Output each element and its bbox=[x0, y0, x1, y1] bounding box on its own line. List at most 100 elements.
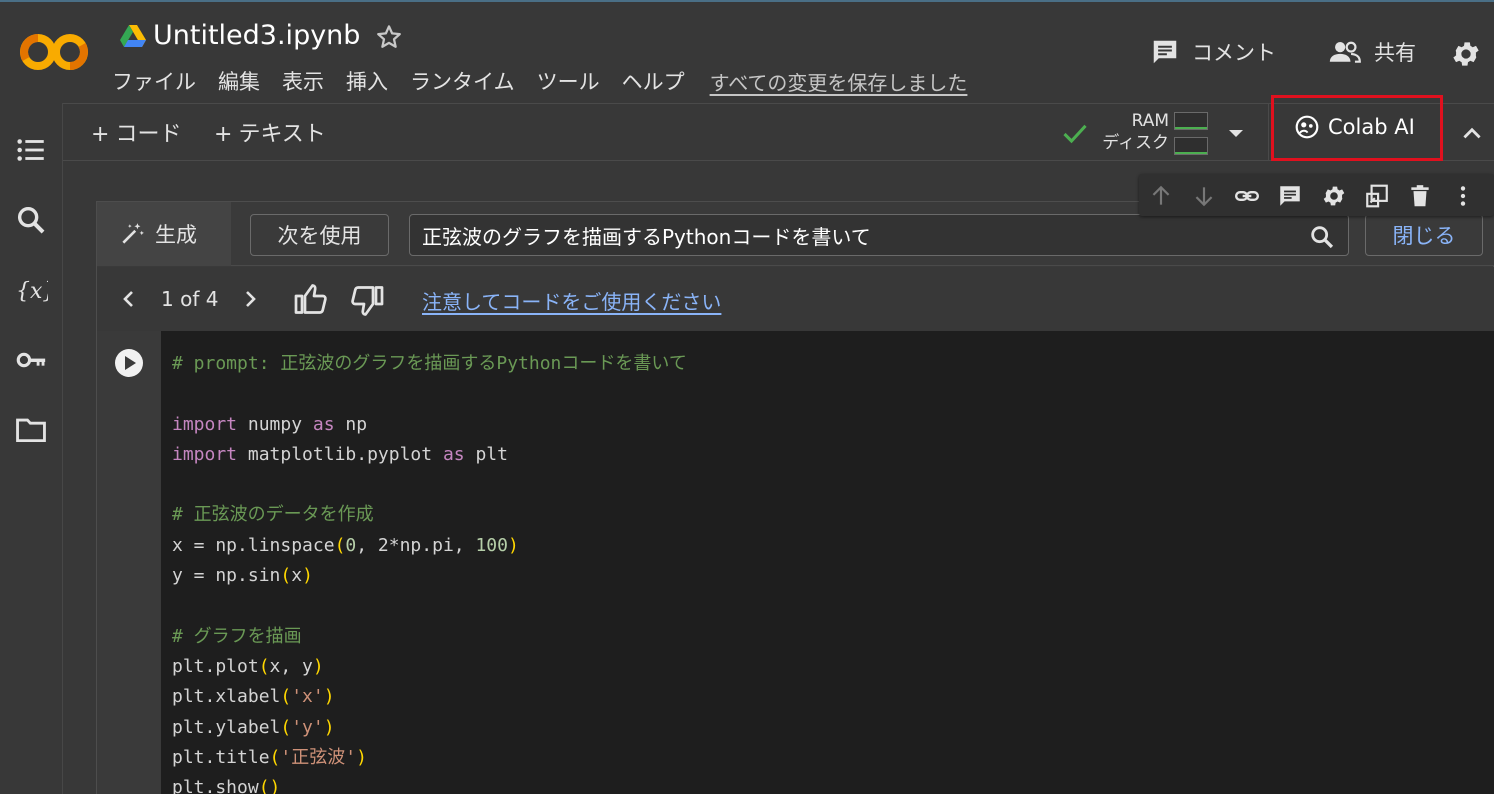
chevron-right-icon[interactable] bbox=[238, 287, 262, 311]
next-use-button[interactable]: 次を使用 bbox=[250, 214, 389, 256]
code-token: ( bbox=[280, 565, 292, 587]
link-icon[interactable] bbox=[1234, 183, 1260, 209]
code-token: plt bbox=[464, 443, 508, 465]
code-token: ( bbox=[269, 746, 281, 768]
code-token: ) bbox=[356, 746, 367, 768]
left-sidebar: {x} bbox=[0, 103, 63, 794]
more-vert-icon[interactable] bbox=[1450, 183, 1476, 209]
code-token: import bbox=[172, 413, 238, 435]
comment-icon[interactable] bbox=[1277, 183, 1303, 209]
disk-label: ディスク bbox=[1102, 133, 1169, 153]
disk-usage-bar[interactable] bbox=[1174, 137, 1208, 155]
colab-ai-highlight-box: Colab AI bbox=[1271, 95, 1443, 161]
chevron-left-icon[interactable] bbox=[117, 287, 141, 311]
menu-view[interactable]: 表示 bbox=[282, 66, 324, 96]
ram-usage-bar[interactable] bbox=[1174, 112, 1208, 130]
menu-file[interactable]: ファイル bbox=[112, 66, 196, 96]
menu-help[interactable]: ヘルプ bbox=[622, 66, 685, 96]
close-button[interactable]: 閉じる bbox=[1365, 214, 1483, 256]
search-icon[interactable] bbox=[14, 203, 48, 237]
prompt-input[interactable]: 正弦波のグラフを描画するPythonコードを書いて bbox=[409, 214, 1349, 256]
code-line: # グラフを描画 bbox=[172, 622, 687, 652]
key-icon[interactable] bbox=[14, 343, 48, 377]
code-token: x = np.linspace bbox=[172, 534, 335, 556]
code-token: 'x' bbox=[291, 686, 324, 708]
svg-text:{x}: {x} bbox=[16, 279, 48, 304]
comment-button[interactable]: コメント bbox=[1150, 34, 1276, 70]
code-token: plt.title bbox=[172, 746, 270, 768]
settings-gear-icon[interactable] bbox=[1321, 183, 1347, 209]
code-line: plt.ylabel('y') bbox=[172, 713, 687, 743]
code-cell[interactable]: # prompt: 正弦波のグラフを描画するPythonコードを書いて impo… bbox=[96, 331, 1494, 794]
menu-tools[interactable]: ツール bbox=[537, 66, 600, 96]
comment-label: コメント bbox=[1192, 41, 1276, 65]
code-token: # 正弦波のデータを作成 bbox=[172, 504, 374, 526]
generate-panel: 生成 次を使用 正弦波のグラフを描画するPythonコードを書いて 閉じる 1 … bbox=[96, 201, 1494, 331]
plus-icon: + bbox=[91, 122, 110, 147]
variables-icon[interactable]: {x} bbox=[14, 273, 48, 307]
run-cell-icon[interactable] bbox=[114, 348, 144, 378]
generate-result-nav: 1 of 4 注意してコードをご使用ください bbox=[97, 267, 1494, 331]
chevron-down-icon[interactable] bbox=[1225, 124, 1247, 142]
code-editor[interactable]: # prompt: 正弦波のグラフを描画するPythonコードを書いて impo… bbox=[172, 349, 687, 794]
notebook-area: 生成 次を使用 正弦波のグラフを描画するPythonコードを書いて 閉じる 1 … bbox=[63, 162, 1494, 794]
generate-tab[interactable]: 生成 bbox=[97, 202, 231, 266]
code-token: as bbox=[312, 413, 335, 435]
colab-ai-button[interactable]: Colab AI bbox=[1294, 114, 1415, 140]
settings-gear-icon[interactable] bbox=[1450, 38, 1482, 70]
share-button[interactable]: 共有 bbox=[1328, 34, 1416, 70]
comment-icon bbox=[1153, 40, 1177, 64]
prompt-text: 正弦波のグラフを描画するPythonコードを書いて bbox=[422, 224, 871, 249]
code-token: 100 bbox=[475, 534, 508, 556]
code-token: ( bbox=[280, 686, 292, 708]
code-token: '正弦波' bbox=[280, 746, 357, 768]
menu-edit[interactable]: 編集 bbox=[218, 66, 260, 96]
add-code-label: コード bbox=[115, 122, 182, 147]
app-header: Untitled3.ipynb ファイル 編集 表示 挿入 ランタイム ツール … bbox=[0, 2, 1494, 103]
code-line: x = np.linspace(0, 2*np.pi, 100) bbox=[172, 531, 687, 561]
colab-logo-icon[interactable] bbox=[18, 30, 90, 74]
folder-icon[interactable] bbox=[14, 413, 48, 447]
add-code-button[interactable]: + コード bbox=[91, 116, 181, 148]
code-line: import numpy as np bbox=[172, 410, 687, 440]
arrow-down-icon[interactable] bbox=[1191, 183, 1217, 209]
code-token: ) bbox=[323, 686, 335, 708]
star-icon[interactable] bbox=[374, 22, 404, 52]
notebook-title[interactable]: Untitled3.ipynb bbox=[153, 20, 360, 51]
search-icon[interactable] bbox=[1308, 223, 1336, 251]
arrow-up-icon[interactable] bbox=[1148, 183, 1174, 209]
save-status-link[interactable]: すべての変更を保存しました bbox=[710, 67, 968, 96]
thumbs-down-icon[interactable] bbox=[348, 283, 386, 319]
code-token: , 2*np.pi, bbox=[356, 534, 476, 556]
cell-toolbar bbox=[1139, 174, 1494, 216]
code-token: ) bbox=[302, 565, 313, 587]
code-line: plt.plot(x, y) bbox=[172, 652, 687, 682]
ram-label: RAM bbox=[1131, 111, 1169, 131]
menu-runtime[interactable]: ランタイム bbox=[410, 66, 515, 96]
share-label: 共有 bbox=[1374, 41, 1416, 65]
table-of-contents-icon[interactable] bbox=[14, 133, 48, 167]
cell-gutter bbox=[97, 331, 161, 794]
code-token: 0 bbox=[345, 534, 357, 556]
delete-icon[interactable] bbox=[1407, 183, 1433, 209]
chevron-up-icon[interactable] bbox=[1459, 120, 1485, 146]
toolbar-divider bbox=[1268, 104, 1269, 161]
caution-link[interactable]: 注意してコードをご使用ください bbox=[422, 286, 721, 315]
menu-bar: ファイル 編集 表示 挿入 ランタイム ツール ヘルプ すべての変更を保存しまし… bbox=[112, 66, 967, 96]
google-drive-icon bbox=[120, 25, 146, 47]
thumbs-up-icon[interactable] bbox=[292, 281, 330, 317]
add-text-label: テキスト bbox=[238, 122, 326, 147]
code-line: y = np.sin(x) bbox=[172, 561, 687, 591]
add-text-button[interactable]: + テキスト bbox=[214, 116, 326, 148]
code-token: plt.show bbox=[172, 777, 259, 794]
menu-insert[interactable]: 挿入 bbox=[346, 66, 388, 96]
code-token: y = np.sin bbox=[172, 565, 281, 587]
mirror-cell-icon[interactable] bbox=[1364, 183, 1390, 209]
code-token: np bbox=[334, 413, 368, 435]
resource-labels[interactable]: RAM ディスク bbox=[1095, 110, 1169, 154]
code-token: plt.ylabel bbox=[172, 716, 281, 738]
colab-ai-label: Colab AI bbox=[1328, 115, 1415, 139]
